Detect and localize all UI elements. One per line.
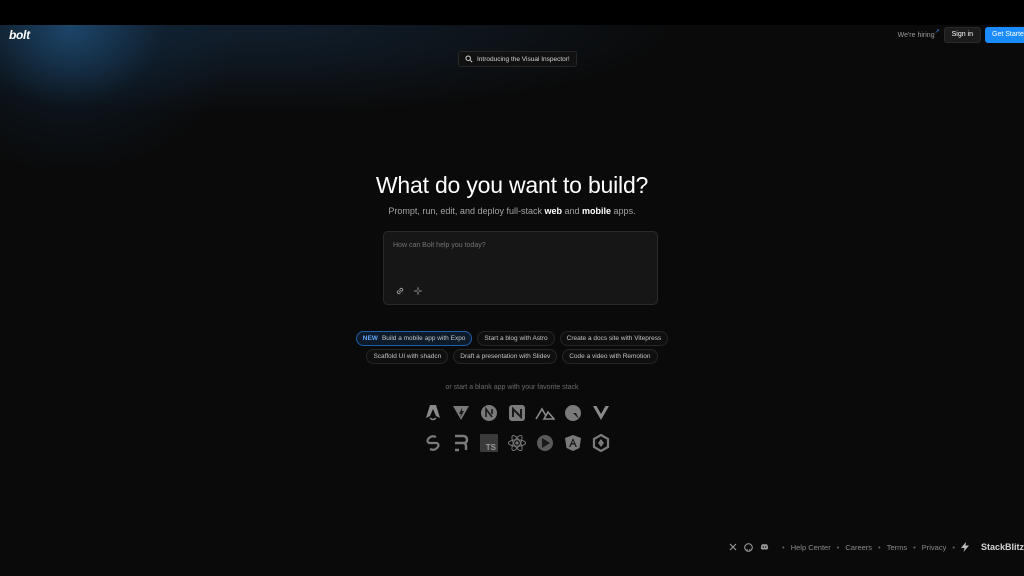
discord-icon[interactable] — [760, 543, 769, 552]
suggestion-row-1: NEW Build a mobile app with Expo Start a … — [0, 331, 1024, 346]
subtitle-and: and — [562, 206, 583, 216]
hiring-label: We're hiring — [897, 31, 935, 39]
typescript-label: TS — [486, 443, 497, 452]
footer-link-terms[interactable]: Terms — [887, 543, 907, 552]
header-actions: We're hiring ↗ Sign in Get Started — [898, 27, 1024, 43]
prompt-placeholder: How can Bolt help you today? — [393, 242, 486, 249]
github-icon[interactable] — [744, 542, 753, 552]
inspector-icon — [465, 55, 473, 63]
slidev-icon[interactable] — [535, 433, 555, 453]
stack-grid: TS — [423, 403, 619, 463]
x-icon[interactable] — [728, 543, 737, 552]
footer-link-help-center[interactable]: Help Center — [791, 543, 831, 552]
footer-separator: • — [913, 542, 916, 552]
top-bar — [0, 0, 1024, 25]
qwik-icon[interactable] — [563, 403, 583, 423]
nuxt-icon[interactable] — [507, 403, 527, 423]
suggestion-row-2: Scaffold UI with shadcn Draft a presenta… — [0, 349, 1024, 364]
stackblitz-bolt-icon — [961, 542, 970, 552]
announcement-pill[interactable]: Introducing the Visual Inspector! — [458, 51, 577, 67]
stack-row-2: TS — [423, 433, 619, 453]
stack-row-1 — [423, 403, 619, 423]
footer-separator: • — [878, 542, 881, 552]
footer-link-privacy[interactable]: Privacy — [922, 543, 947, 552]
suggestion-chip-vitepress[interactable]: Create a docs site with Vitepress — [559, 331, 669, 346]
footer-separator: • — [952, 542, 955, 552]
link-icon[interactable] — [395, 283, 405, 295]
sign-in-button[interactable]: Sign in — [943, 27, 981, 43]
footer-link-careers[interactable]: Careers — [845, 543, 872, 552]
hiring-link[interactable]: We're hiring ↗ — [897, 29, 940, 39]
suggestion-chip-astro[interactable]: Start a blog with Astro — [477, 331, 555, 346]
stack-caption: or start a blank app with your favorite … — [445, 384, 579, 391]
subtitle-prefix: Prompt, run, edit, and deploy full-stack — [388, 206, 545, 216]
subtitle-suffix: apps. — [611, 206, 636, 216]
suggestion-chip-slidev[interactable]: Draft a presentation with Slidev — [453, 349, 558, 364]
footer-separator: • — [782, 542, 785, 552]
solid-icon[interactable] — [591, 433, 611, 453]
suggestion-chip-remotion[interactable]: Code a video with Remotion — [562, 349, 658, 364]
subtitle-web: web — [544, 206, 562, 216]
suggestion-label: Build a mobile app with Expo — [381, 335, 466, 342]
react-icon[interactable] — [507, 433, 527, 453]
bolt-logo[interactable]: bolt — [9, 28, 30, 42]
vue-icon[interactable] — [591, 403, 611, 423]
stackblitz-logo[interactable]: StackBlitz — [981, 542, 1024, 552]
subtitle-mobile: mobile — [582, 206, 612, 216]
suggestion-chip-expo[interactable]: NEW Build a mobile app with Expo — [355, 331, 473, 346]
suggestion-chip-shadcn[interactable]: Scaffold UI with shadcn — [366, 349, 449, 364]
astro-icon[interactable] — [423, 403, 443, 423]
prompt-input[interactable]: How can Bolt help you today? — [383, 231, 658, 305]
announcement-label: Introducing the Visual Inspector! — [477, 55, 570, 63]
next-icon[interactable] — [479, 403, 499, 423]
page-title: What do you want to build? — [375, 172, 649, 198]
vite-icon[interactable] — [451, 403, 471, 423]
footer: • Help Center • Careers • Terms • Privac… — [728, 540, 1024, 554]
external-arrow-icon: ↗ — [934, 28, 940, 35]
remix-icon[interactable] — [451, 433, 471, 453]
nativescript-icon[interactable] — [535, 403, 555, 423]
angular-icon[interactable] — [563, 433, 583, 453]
sparkle-icon[interactable] — [413, 283, 423, 296]
new-badge: NEW — [362, 335, 378, 342]
get-started-button[interactable]: Get Started — [985, 27, 1024, 43]
footer-separator: • — [836, 542, 840, 552]
page-subtitle: Prompt, run, edit, and deploy full-stack… — [0, 206, 1024, 216]
typescript-icon[interactable]: TS — [479, 433, 499, 453]
svelte-icon[interactable] — [423, 433, 443, 453]
